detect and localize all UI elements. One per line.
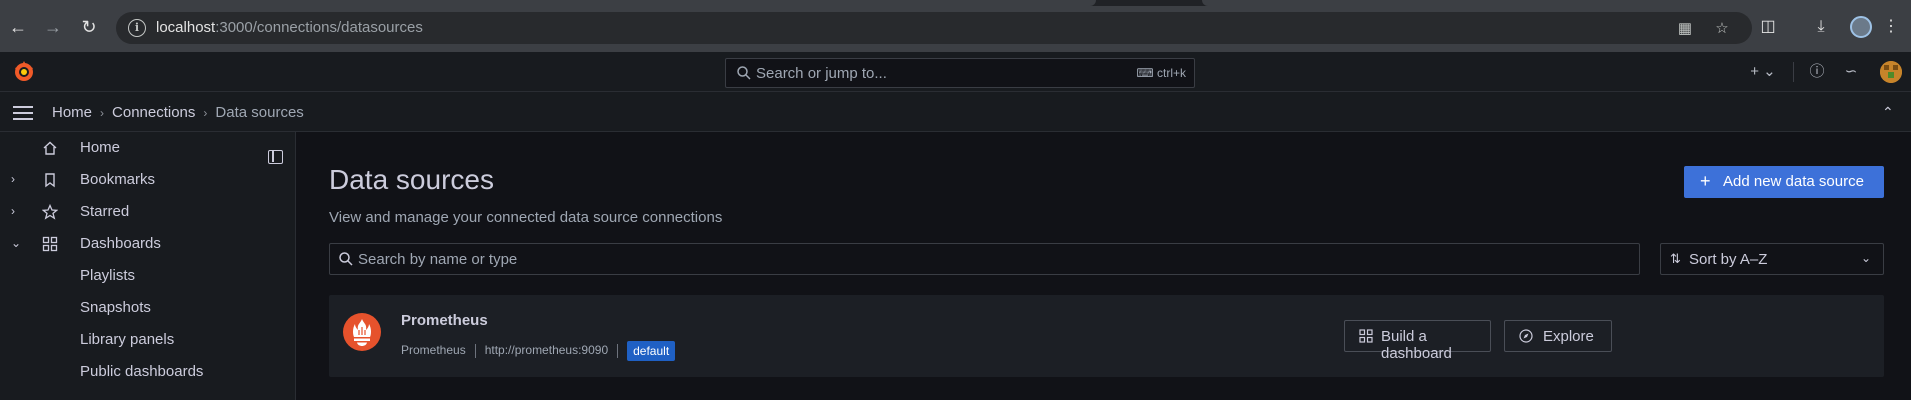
plus-icon: + <box>1700 171 1711 191</box>
search-placeholder: Search or jump to... <box>756 65 887 82</box>
active-tab-edge <box>0 0 1096 6</box>
chevron-right-icon: › <box>100 106 105 120</box>
default-badge: default <box>627 341 676 361</box>
bookmark-star-icon[interactable]: ☆ <box>1713 20 1731 38</box>
download-icon[interactable]: ⤓ <box>1810 16 1832 38</box>
profile-avatar[interactable] <box>1850 16 1872 38</box>
chevron-right-icon[interactable]: › <box>11 172 21 186</box>
tab-strip <box>0 0 1911 6</box>
datasource-url: http://prometheus:9090 <box>484 343 609 358</box>
breadcrumb-home[interactable]: Home <box>52 104 92 121</box>
breadcrumb-current: Data sources <box>215 104 304 121</box>
page-title: Data sources <box>329 164 494 195</box>
chevron-up-icon[interactable]: ⌃ <box>1882 104 1894 121</box>
forward-icon[interactable]: → <box>42 16 64 38</box>
apps-icon <box>42 236 58 252</box>
divider <box>474 344 476 358</box>
extensions-icon[interactable]: ◫ <box>1757 16 1779 38</box>
build-dashboard-button[interactable]: Build a dashboard <box>1344 320 1491 362</box>
sidebar-item-dashboards[interactable]: ⌄ Dashboards <box>0 228 296 260</box>
new-menu-button[interactable]: + ⌄ <box>1748 62 1778 82</box>
explore-button[interactable]: Explore <box>1504 320 1612 352</box>
chevron-down-icon[interactable]: ⌄ <box>11 236 21 250</box>
add-data-source-label: Add new data source <box>1723 173 1864 190</box>
bookmark-icon <box>45 173 55 188</box>
search-shortcut: ⌨ ctrl+k <box>1136 66 1186 80</box>
chevron-down-icon: ⌄ <box>1860 251 1871 265</box>
sort-label: Sort by A–Z <box>1689 251 1768 268</box>
sidebar-item-label: Library panels <box>80 331 175 348</box>
global-search-input[interactable]: Search or jump to... ⌨ ctrl+k <box>725 58 1195 88</box>
menu-toggle-icon[interactable] <box>13 106 33 120</box>
url-text[interactable]: localhost:3000/connections/datasources <box>156 19 423 36</box>
chevron-right-icon[interactable]: › <box>11 204 21 218</box>
datasource-card[interactable]: Prometheus Prometheus http://prometheus:9… <box>329 295 1884 377</box>
sort-icon: ⇅ <box>1670 251 1681 266</box>
prometheus-logo-icon <box>343 313 381 351</box>
breadcrumb-bar: Home › Connections › Data sources ⌃ <box>0 92 1911 132</box>
grafana-topbar: Search or jump to... ⌨ ctrl+k + ⌄ ⓘ ∽ <box>0 52 1911 92</box>
back-icon[interactable]: ← <box>7 16 29 38</box>
datasource-search-input[interactable]: Search by name or type <box>329 243 1640 275</box>
sidebar-item-label: Dashboards <box>80 235 161 252</box>
sidebar-item-label: Starred <box>80 203 130 220</box>
sidebar-item-label: Public dashboards <box>80 363 204 380</box>
address-bar[interactable]: i localhost:3000/connections/datasources… <box>116 12 1752 44</box>
datasource-meta: Prometheus http://prometheus:9090 default <box>401 341 676 361</box>
compass-icon <box>1519 329 1533 343</box>
explore-label: Explore <box>1543 328 1594 345</box>
chevron-right-icon: › <box>203 106 208 120</box>
reload-icon[interactable]: ↻ <box>78 16 100 38</box>
add-data-source-button[interactable]: + Add new data source <box>1684 166 1884 198</box>
search-icon <box>737 66 751 80</box>
star-icon <box>42 204 58 220</box>
browser-toolbar: ← → ↻ i localhost:3000/connections/datas… <box>0 0 1911 52</box>
site-info-icon[interactable]: i <box>128 19 146 37</box>
shortcut-label: ctrl+k <box>1156 66 1186 80</box>
browser-menu-icon[interactable]: ⋮ <box>1880 16 1902 38</box>
sidebar-item-home[interactable]: Home <box>0 132 296 164</box>
sidebar-item-playlists[interactable]: Playlists <box>0 260 296 292</box>
apps-icon <box>1359 329 1373 343</box>
sidebar-item-snapshots[interactable]: Snapshots <box>0 292 296 324</box>
breadcrumb-connections[interactable]: Connections <box>112 104 195 121</box>
sidebar-item-label: Snapshots <box>80 299 151 316</box>
tab-edge <box>1202 0 1911 6</box>
sidebar-item-library-panels[interactable]: Library panels <box>0 324 296 356</box>
divider <box>1793 62 1794 82</box>
sort-select[interactable]: ⇅ Sort by A–Z ⌄ <box>1660 243 1884 275</box>
user-avatar[interactable] <box>1880 61 1902 83</box>
search-icon <box>339 252 353 266</box>
grafana-logo-icon[interactable] <box>12 60 36 84</box>
build-dashboard-label: Build a dashboard <box>1381 328 1452 362</box>
search-placeholder: Search by name or type <box>358 251 518 268</box>
divider <box>617 344 619 358</box>
sidebar-item-public-dashboards[interactable]: Public dashboards <box>0 356 296 388</box>
url-host: localhost <box>156 19 216 36</box>
sidebar: Home › Bookmarks › Starred ⌄ Dashboards … <box>0 132 296 400</box>
avatar-pattern-icon <box>1880 61 1902 83</box>
sidebar-item-label: Bookmarks <box>80 171 156 188</box>
home-icon <box>43 141 57 155</box>
translate-icon[interactable]: ▦ <box>1676 20 1694 38</box>
datasource-type: Prometheus <box>401 343 466 358</box>
sidebar-item-label: Home <box>80 139 121 156</box>
news-rss-icon[interactable]: ∽ <box>1841 62 1861 82</box>
url-path: :3000/connections/datasources <box>215 19 423 36</box>
breadcrumb: Home › Connections › Data sources <box>52 104 304 121</box>
sidebar-item-bookmarks[interactable]: › Bookmarks <box>0 164 296 196</box>
main-content: Data sources View and manage your connec… <box>297 132 1911 400</box>
new-plus-icon: + <box>1750 63 1759 80</box>
sidebar-item-label: Playlists <box>80 267 136 284</box>
sidebar-item-starred[interactable]: › Starred <box>0 196 296 228</box>
page-subtitle: View and manage your connected data sour… <box>329 209 723 226</box>
datasource-name[interactable]: Prometheus <box>401 312 488 329</box>
help-icon[interactable]: ⓘ <box>1807 62 1827 82</box>
